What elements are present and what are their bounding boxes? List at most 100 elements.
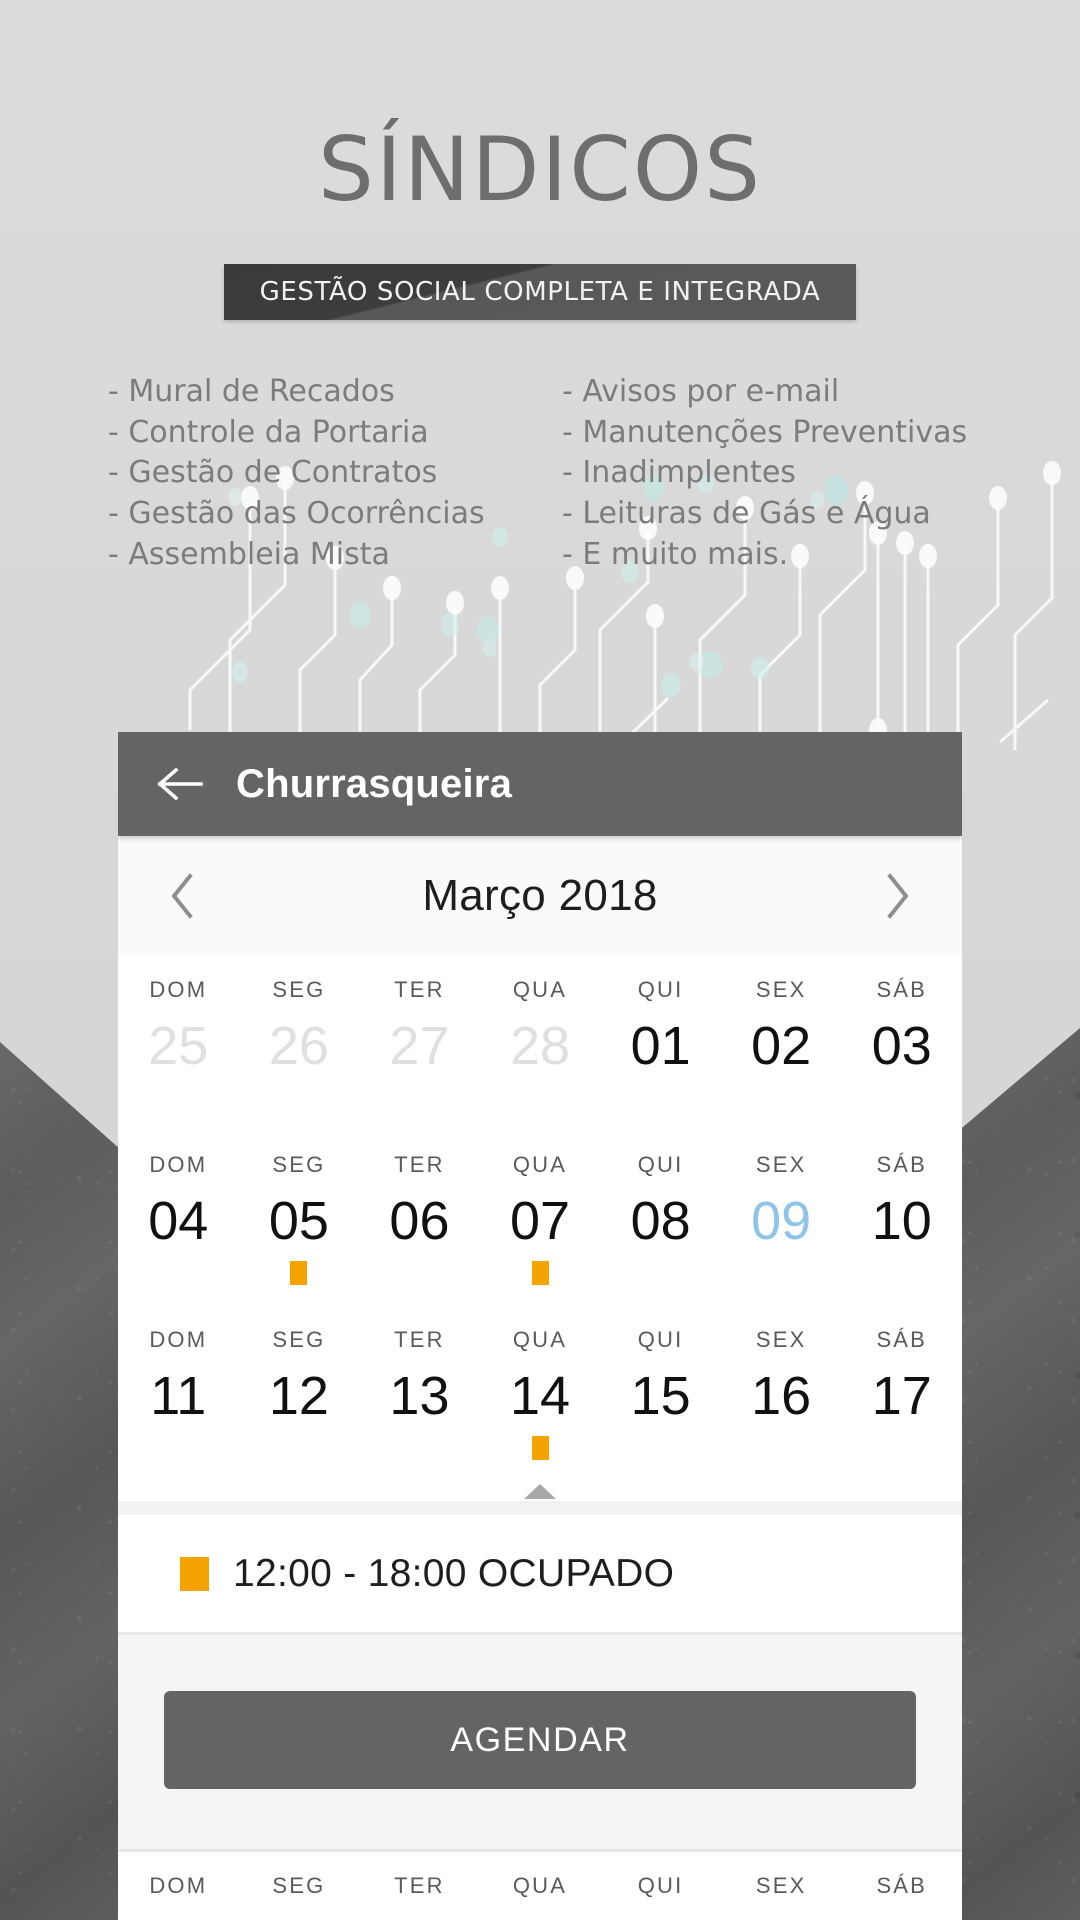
calendar-day-cell[interactable]: SEX 16: [721, 1306, 842, 1481]
weekday-label: QUA: [512, 977, 568, 1002]
month-label: Março 2018: [422, 871, 658, 920]
feature-item: - Gestão das Ocorrências: [108, 495, 485, 531]
background-dark-right: [950, 1028, 1080, 1920]
weekday-label: SÁB: [876, 1873, 928, 1898]
weekday-label: QUA: [512, 1327, 568, 1352]
calendar-day-cell[interactable]: SÁB 17: [841, 1306, 962, 1481]
calendar-day-cell[interactable]: TER: [359, 1852, 480, 1920]
week-row: DOM 11 SEG 12 TER 13 QUA 14 QUI 15 SEX 16 SÁB 17: [118, 1306, 962, 1481]
day-number: 03: [871, 1016, 932, 1076]
feature-item: - Assembleia Mista: [108, 536, 390, 572]
calendar-day-cell[interactable]: DOM: [118, 1852, 239, 1920]
weekday-label: TER: [394, 1873, 445, 1898]
weekday-label: QUI: [637, 1873, 684, 1898]
feature-list-left: - Mural de Recados - Controle da Portari…: [108, 372, 548, 575]
schedule-button[interactable]: AGENDAR: [164, 1691, 916, 1789]
next-month-button[interactable]: [868, 866, 928, 926]
calendar-day-cell[interactable]: SEG 12: [239, 1306, 360, 1481]
calendar-day-cell[interactable]: TER 06: [359, 1131, 480, 1306]
calendar-month-bar: Março 2018: [118, 836, 962, 956]
event-list-item[interactable]: 12:00 - 18:00 OCUPADO: [118, 1515, 962, 1632]
chevron-right-icon: [887, 873, 909, 919]
feature-item: - Inadimplentes: [562, 455, 796, 491]
weekday-label: QUI: [637, 1152, 684, 1177]
day-number: 09: [751, 1191, 812, 1251]
calendar-day-cell[interactable]: SEG 26: [239, 956, 360, 1131]
weekday-label: SEX: [755, 1327, 807, 1352]
promo-feature-lists: - Mural de Recados - Controle da Portari…: [0, 372, 1080, 575]
app-bar-title: Churrasqueira: [236, 761, 513, 806]
calendar-day-cell[interactable]: SÁB: [841, 1852, 962, 1920]
feature-item: - Controle da Portaria: [108, 414, 429, 450]
event-label: 12:00 - 18:00 OCUPADO: [233, 1551, 675, 1595]
caret-up-icon: [524, 1484, 556, 1499]
calendar-day-cell[interactable]: QUI 01: [600, 956, 721, 1131]
day-number: 14: [509, 1366, 571, 1426]
action-pane: AGENDAR: [118, 1635, 962, 1849]
calendar-day-cell[interactable]: SEX: [721, 1852, 842, 1920]
day-number: 26: [268, 1016, 329, 1076]
day-number: 17: [871, 1366, 932, 1426]
feature-item: - Leituras de Gás e Água: [562, 495, 931, 531]
weekday-label: SEX: [755, 1152, 807, 1177]
weekday-label: TER: [394, 1327, 445, 1352]
calendar-day-cell[interactable]: QUA: [480, 1852, 601, 1920]
calendar-day-cell[interactable]: QUA 14: [480, 1306, 601, 1481]
promo-tagline-banner: GESTÃO SOCIAL COMPLETA E INTEGRADA: [224, 264, 856, 320]
background-dark-left: [0, 1042, 130, 1920]
day-number: 13: [389, 1366, 450, 1426]
feature-item: - Avisos por e-mail: [562, 374, 840, 409]
weekday-label: QUA: [512, 1152, 568, 1177]
day-number: 04: [148, 1191, 209, 1251]
day-number: 06: [389, 1191, 450, 1251]
calendar-day-cell[interactable]: QUI: [600, 1852, 721, 1920]
day-number: 11: [150, 1366, 207, 1426]
calendar-day-cell[interactable]: SEX 09: [721, 1131, 842, 1306]
calendar-day-cell[interactable]: SEG: [239, 1852, 360, 1920]
prev-month-button[interactable]: [152, 866, 212, 926]
calendar-day-cell[interactable]: TER 27: [359, 956, 480, 1131]
weekday-label: DOM: [149, 977, 208, 1002]
weekday-label: QUA: [512, 1873, 568, 1898]
event-color-swatch: [180, 1556, 209, 1591]
calendar-weeks: DOM 25 SEG 26 TER 27 QUA 28 QUI 01 SEX 02 SÁB 03 DOM 04…: [118, 956, 962, 1481]
calendar-day-cell[interactable]: QUI 08: [600, 1131, 721, 1306]
week-row: DOM 25 SEG 26 TER 27 QUA 28 QUI 01 SEX 02 SÁB 03: [118, 956, 962, 1131]
calendar-collapse-row[interactable]: [118, 1481, 962, 1501]
arrow-left-icon: [157, 767, 203, 801]
calendar-day-cell[interactable]: SEX 02: [721, 956, 842, 1131]
day-busy-marker: [290, 1261, 308, 1285]
weekday-label: SEG: [272, 977, 326, 1002]
day-number: 08: [630, 1191, 691, 1251]
chevron-left-icon: [171, 873, 193, 919]
weekday-label: SEX: [755, 977, 807, 1002]
day-number: 16: [751, 1366, 812, 1426]
feature-list-right: - Avisos por e-mail - Manutenções Preven…: [562, 372, 1032, 575]
calendar-day-cell[interactable]: SÁB 03: [841, 956, 962, 1131]
weekday-label: DOM: [149, 1327, 208, 1352]
day-busy-marker: [531, 1261, 549, 1285]
calendar-day-cell[interactable]: TER 13: [359, 1306, 480, 1481]
weekday-label: SÁB: [876, 977, 928, 1002]
calendar-day-cell[interactable]: QUA 28: [480, 956, 601, 1131]
calendar-day-cell[interactable]: DOM 11: [118, 1306, 239, 1481]
back-button[interactable]: [152, 756, 208, 812]
day-number: 28: [509, 1016, 571, 1076]
calendar-day-cell[interactable]: QUI 15: [600, 1306, 721, 1481]
day-number: 10: [871, 1191, 932, 1251]
day-number: 01: [630, 1016, 691, 1076]
feature-item: - Mural de Recados: [108, 374, 395, 409]
calendar-day-cell[interactable]: DOM 04: [118, 1131, 239, 1306]
calendar-day-cell[interactable]: DOM 25: [118, 956, 239, 1131]
calendar-day-cell[interactable]: SÁB 10: [841, 1131, 962, 1306]
weekday-label: TER: [394, 1152, 445, 1177]
weekday-label: SEX: [755, 1873, 807, 1898]
week-row: DOM 04 SEG 05 TER 06 QUA 07 QUI 08 SEX 09 SÁB 10: [118, 1131, 962, 1306]
calendar-day-cell[interactable]: SEG 05: [239, 1131, 360, 1306]
promo-title: SÍNDICOS: [318, 118, 762, 221]
day-number: 05: [268, 1191, 329, 1251]
weekday-label: DOM: [149, 1152, 208, 1177]
section-divider: [118, 1501, 962, 1515]
calendar-day-cell[interactable]: QUA 07: [480, 1131, 601, 1306]
day-busy-marker: [531, 1436, 549, 1460]
